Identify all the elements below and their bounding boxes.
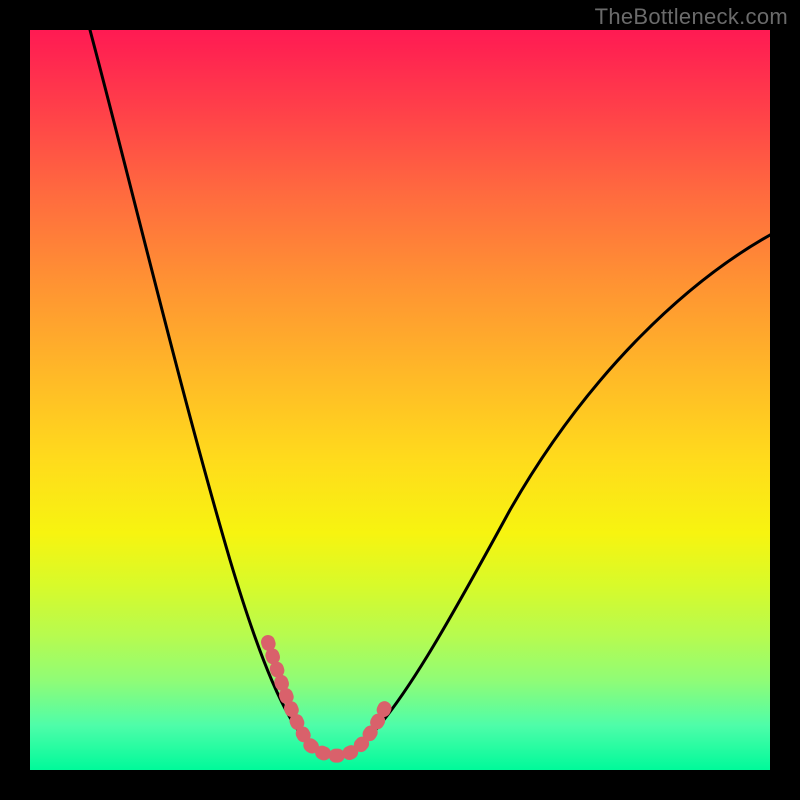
curve-layer — [30, 30, 770, 770]
plot-area — [30, 30, 770, 770]
watermark-text: TheBottleneck.com — [595, 4, 788, 30]
bottleneck-curve — [90, 30, 770, 756]
highlight-segment — [268, 642, 388, 756]
chart-frame: TheBottleneck.com — [0, 0, 800, 800]
